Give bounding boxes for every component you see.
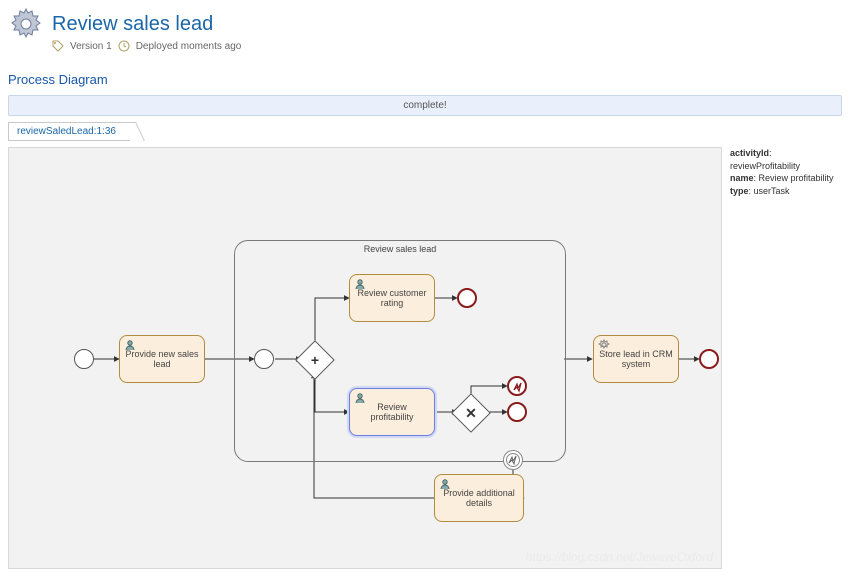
detail-value: userTask	[754, 186, 790, 196]
status-text: complete!	[403, 100, 446, 111]
error-end-event[interactable]	[507, 376, 527, 396]
version-label: Version 1	[70, 41, 112, 52]
status-bar: complete!	[8, 95, 842, 116]
end-event[interactable]	[699, 349, 719, 369]
sub-start-event[interactable]	[254, 349, 274, 369]
detail-key: type	[730, 186, 749, 196]
user-icon	[354, 392, 366, 404]
task-provide-new-sales-lead[interactable]: Provide new sales lead	[119, 335, 205, 383]
tag-icon	[52, 40, 64, 52]
user-icon	[439, 478, 451, 490]
detail-value: reviewProfitability	[730, 161, 800, 171]
deployed-label: Deployed moments ago	[136, 41, 242, 52]
sub-end-event-bottom[interactable]	[507, 402, 527, 422]
clock-icon	[118, 40, 130, 52]
task-label: Provide new sales lead	[125, 349, 199, 369]
details-panel: activityId: reviewProfitability name: Re…	[730, 147, 842, 569]
user-icon	[354, 278, 366, 290]
gear-icon	[8, 6, 44, 42]
task-label: Store lead in CRM system	[599, 349, 673, 369]
task-store-lead-in-crm[interactable]: Store lead in CRM system	[593, 335, 679, 383]
service-icon	[598, 339, 610, 351]
header-meta: Version 1 Deployed moments ago	[52, 40, 842, 52]
detail-value: Review profitability	[759, 173, 834, 183]
task-review-customer-rating[interactable]: Review customer rating	[349, 274, 435, 322]
detail-key: activityId	[730, 148, 769, 158]
section-heading: Process Diagram	[8, 72, 842, 87]
page-title: Review sales lead	[52, 13, 213, 36]
task-label: Provide additional details	[440, 488, 518, 508]
breadcrumb[interactable]: reviewSaledLead:1:36	[8, 122, 842, 141]
task-label: Review profitability	[355, 402, 429, 422]
diagram-canvas[interactable]: Provide new sales lead Review sales lead…	[8, 147, 722, 569]
breadcrumb-item[interactable]: reviewSaledLead:1:36	[8, 122, 130, 141]
detail-key: name	[730, 173, 754, 183]
start-event[interactable]	[74, 349, 94, 369]
sub-process-label: Review sales lead	[235, 244, 565, 254]
watermark: https://blog.csdn.net/JewaveOxford	[526, 550, 713, 564]
task-review-profitability[interactable]: Review profitability	[349, 388, 435, 436]
boundary-error-event[interactable]	[503, 450, 523, 470]
task-provide-additional-details[interactable]: Provide additional details	[434, 474, 524, 522]
user-icon	[124, 339, 136, 351]
sub-end-event-top[interactable]	[457, 288, 477, 308]
task-label: Review customer rating	[355, 288, 429, 308]
